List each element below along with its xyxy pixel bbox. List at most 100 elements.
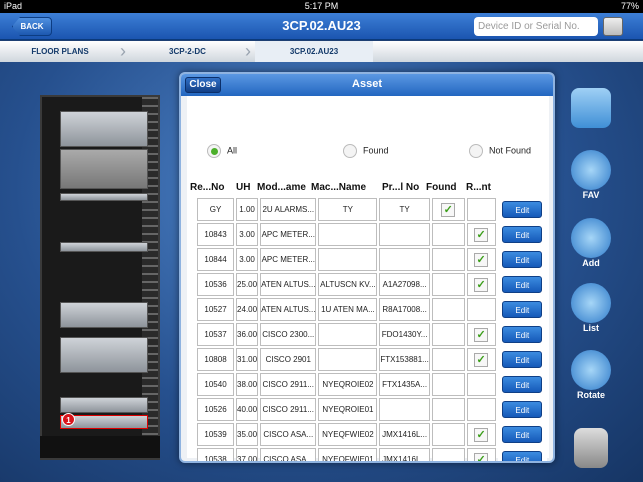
checkmark-icon[interactable]: ✓ — [474, 227, 489, 242]
edit-button[interactable]: Edit — [502, 351, 543, 368]
cell-found[interactable] — [431, 248, 465, 271]
cell-found[interactable] — [431, 273, 465, 296]
rack-view[interactable] — [40, 95, 160, 460]
table-row[interactable]: 10808 31.00 CISCO 2901 FTX153881... ✓ Edit — [197, 348, 547, 371]
cell-rec: 10539 — [197, 423, 235, 446]
col-header: Mod...ame — [257, 182, 306, 193]
checkmark-icon[interactable]: ✓ — [474, 452, 489, 461]
rack-unit[interactable] — [60, 111, 148, 147]
checkmark-icon[interactable]: ✓ — [474, 352, 489, 367]
table-row[interactable]: 10540 38.00 CISCO 2911... NYEQROIE02 FTX1435… — [197, 373, 547, 396]
edit-button[interactable]: Edit — [502, 251, 543, 268]
checkmark-icon[interactable]: ✓ — [474, 252, 489, 267]
checkmark-icon[interactable]: ✓ — [441, 202, 456, 217]
cell-rnt[interactable]: ✓ — [466, 248, 496, 271]
cell-found[interactable] — [431, 448, 465, 461]
cell-found[interactable] — [431, 348, 465, 371]
col-header: UH — [236, 182, 251, 193]
cell-serial — [379, 248, 430, 271]
cell-action: Edit — [497, 373, 547, 396]
cell-action: Edit — [497, 298, 547, 321]
rotate-button[interactable]: Rotate — [568, 350, 614, 400]
cell-rnt[interactable] — [466, 298, 496, 321]
cell-found[interactable] — [431, 298, 465, 321]
crumb-rack[interactable]: 3CP.02.AU23 — [255, 41, 373, 62]
rack-unit[interactable] — [60, 149, 148, 189]
table-row[interactable]: GY 1.00 2U ALARMS... TY TY ✓ Edit — [197, 198, 547, 221]
cell-action: Edit — [497, 273, 547, 296]
edit-button[interactable]: Edit — [502, 326, 543, 343]
table-row[interactable]: 10538 37.00 CISCO ASA... NYEQFWIE01 JMX1416L… — [197, 448, 547, 461]
cell-found[interactable] — [431, 373, 465, 396]
add-button[interactable]: Add — [568, 218, 614, 268]
cell-rnt[interactable] — [466, 198, 496, 221]
cell-rnt[interactable]: ✓ — [466, 423, 496, 446]
cell-serial — [379, 398, 430, 421]
rack-unit[interactable] — [60, 242, 148, 252]
edit-button[interactable]: Edit — [502, 201, 543, 218]
breadcrumb: FLOOR PLANS › 3CP-2-DC › 3CP.02.AU23 — [0, 41, 643, 62]
cell-found[interactable] — [431, 398, 465, 421]
edit-button[interactable]: Edit — [502, 451, 543, 461]
table-row[interactable]: 10527 24.00 ATEN ALTUS... 1U ATEN MA... R8A1… — [197, 298, 547, 321]
cell-rnt[interactable]: ✓ — [466, 448, 496, 461]
col-header: R...nt — [466, 182, 491, 193]
table-row[interactable]: 10539 35.00 CISCO ASA... NYEQFWIE02 JMX1416L… — [197, 423, 547, 446]
table-row[interactable]: 10537 36.00 CISCO 2300... FDO1430Y... ✓ Edit — [197, 323, 547, 346]
cell-rnt[interactable] — [466, 373, 496, 396]
cell-model: CISCO 2911... — [260, 398, 317, 421]
cell-rnt[interactable]: ✓ — [466, 348, 496, 371]
table-row[interactable]: 10526 40.00 CISCO 2911... NYEQROIE01 Edit — [197, 398, 547, 421]
list-icon — [571, 283, 611, 323]
chevron-right-icon: › — [245, 41, 251, 61]
checkmark-icon[interactable]: ✓ — [474, 327, 489, 342]
edit-button[interactable]: Edit — [502, 426, 543, 443]
cell-mac: NYEQROIE01 — [318, 398, 378, 421]
radio-label: Found — [363, 145, 389, 156]
crumb-floor-plans[interactable]: FLOOR PLANS — [0, 41, 120, 62]
battery-label: 77% — [620, 1, 639, 11]
fav-label: FAV — [582, 190, 600, 200]
trash-icon — [574, 428, 608, 468]
crumb-room[interactable]: 3CP-2-DC — [130, 41, 245, 62]
cell-found[interactable]: ✓ — [431, 198, 465, 221]
cell-action: Edit — [497, 223, 547, 246]
cell-rnt[interactable]: ✓ — [466, 323, 496, 346]
radio-found[interactable]: Found — [343, 144, 389, 158]
fav-button[interactable]: FAV — [568, 150, 614, 200]
rack-unit[interactable] — [60, 193, 148, 201]
checkmark-icon[interactable]: ✓ — [474, 277, 489, 292]
rack-unit[interactable] — [60, 302, 148, 328]
table-row[interactable]: 10843 3.00 APC METER... ✓ Edit — [197, 223, 547, 246]
sidebar-cube[interactable] — [568, 88, 614, 128]
trash-button[interactable] — [568, 428, 614, 468]
edit-button[interactable]: Edit — [502, 276, 543, 293]
rack-unit[interactable] — [60, 397, 148, 413]
col-header: Mac...Name — [311, 182, 367, 193]
cell-found[interactable] — [431, 223, 465, 246]
edit-button[interactable]: Edit — [502, 376, 543, 393]
keyboard-icon[interactable] — [603, 17, 623, 36]
search-input[interactable]: Device ID or Serial No. — [474, 17, 598, 36]
cell-uh: 37.00 — [236, 448, 259, 461]
cell-found[interactable] — [431, 423, 465, 446]
radio-not-found[interactable]: Not Found — [469, 144, 531, 158]
rack-unit[interactable] — [60, 337, 148, 373]
cell-rnt[interactable]: ✓ — [466, 223, 496, 246]
cell-rnt[interactable]: ✓ — [466, 273, 496, 296]
checkmark-icon[interactable]: ✓ — [474, 427, 489, 442]
list-button[interactable]: List — [568, 283, 614, 333]
edit-button[interactable]: Edit — [502, 226, 543, 243]
cell-model: ATEN ALTUS... — [260, 298, 317, 321]
cell-model: APC METER... — [260, 223, 317, 246]
cell-rnt[interactable] — [466, 398, 496, 421]
cell-uh: 40.00 — [236, 398, 259, 421]
radio-label: All — [227, 145, 238, 156]
edit-button[interactable]: Edit — [502, 301, 543, 318]
cell-rec: 10808 — [197, 348, 235, 371]
table-row[interactable]: 10536 25.00 ATEN ALTUS... ALTUSCN KV... A1A2… — [197, 273, 547, 296]
radio-all[interactable]: All — [207, 144, 237, 158]
table-row[interactable]: 10844 3.00 APC METER... ✓ Edit — [197, 248, 547, 271]
cell-found[interactable] — [431, 323, 465, 346]
edit-button[interactable]: Edit — [502, 401, 543, 418]
